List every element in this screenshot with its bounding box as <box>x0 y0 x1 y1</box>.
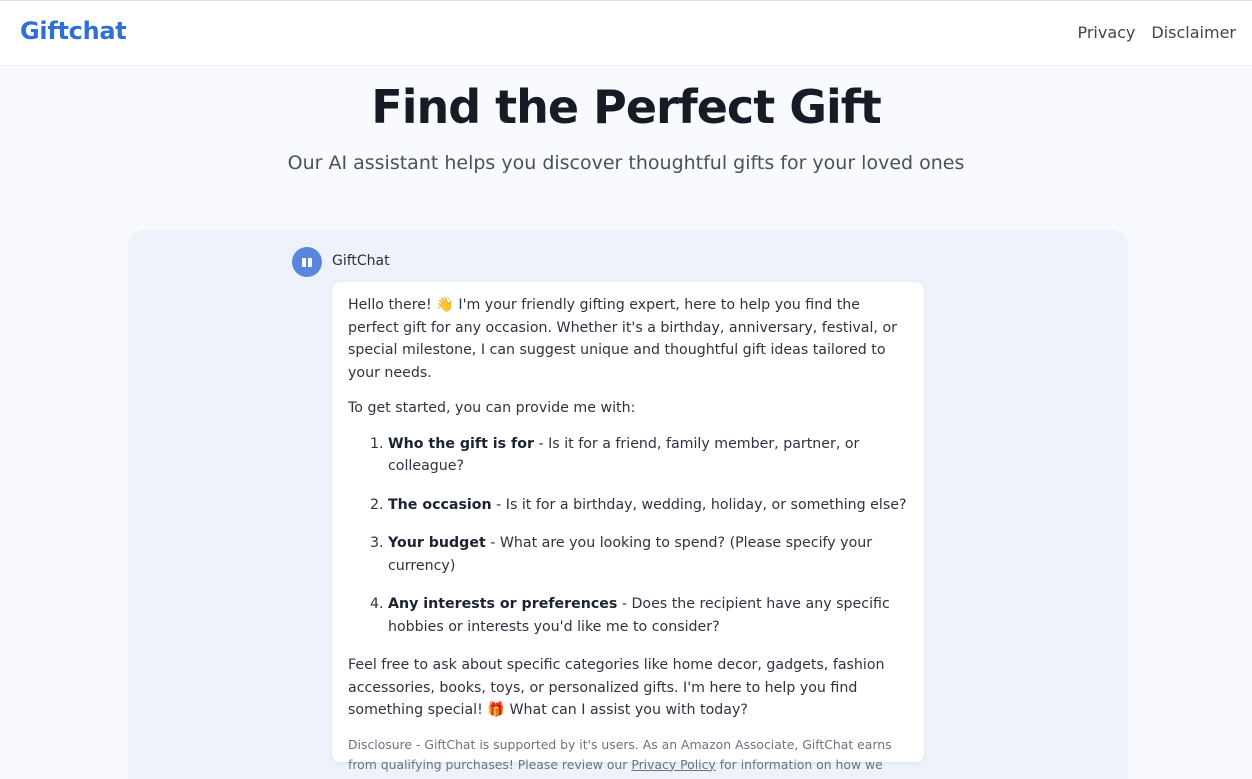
message-prompt: To get started, you can provide me with: <box>348 400 636 416</box>
nav-disclaimer-link[interactable]: Disclaimer <box>1151 23 1236 42</box>
list-item: 4. Any interests or preferences - Does th… <box>348 593 908 638</box>
list-number: 3. <box>370 535 384 551</box>
list-number: 1. <box>370 435 384 452</box>
list-item: 1. Who the gift is for - Is it for a frie… <box>348 433 908 478</box>
waving-hand-emoji: 👋 <box>436 297 454 313</box>
list-item-title: The occasion <box>388 496 492 513</box>
nav-privacy-link[interactable]: Privacy <box>1077 23 1135 42</box>
list-item: 3. Your budget - What are you looking to … <box>348 532 908 577</box>
gift-emoji: 🎁 <box>487 702 505 718</box>
info-list: 1. Who the gift is for - Is it for a frie… <box>348 433 908 639</box>
closing-text-end: What can I assist you with today? <box>505 702 748 718</box>
bot-name: GiftChat <box>332 253 390 269</box>
list-item: 2. The occasion - Is it for a birthday, w… <box>348 494 908 517</box>
disclosure-note: Disclosure - GiftChat is supported by it… <box>348 735 908 779</box>
top-nav: Privacy Disclaimer <box>1077 23 1236 42</box>
brand-logo-link[interactable]: Giftchat <box>20 17 127 45</box>
privacy-policy-link[interactable]: Privacy Policy <box>631 757 715 772</box>
page-title: Find the Perfect Gift <box>371 80 881 134</box>
gift-icon <box>302 257 312 267</box>
message-intro: Hello there! 👋 I'm your friendly gifting… <box>348 294 908 384</box>
bot-avatar <box>292 247 322 277</box>
page-subtitle: Our AI assistant helps you discover thou… <box>287 152 965 174</box>
list-item-title: Your budget <box>388 535 486 551</box>
list-item-title: Any interests or preferences <box>388 596 618 612</box>
intro-text-start: Hello there! <box>348 297 437 313</box>
bot-message-bubble: Hello there! 👋 I'm your friendly gifting… <box>332 282 924 779</box>
list-number: 4. <box>370 596 384 612</box>
list-number: 2. <box>370 496 384 513</box>
list-item-title: Who the gift is for <box>388 435 534 452</box>
list-item-text: - Is it for a birthday, wedding, holiday… <box>491 496 907 513</box>
top-navbar: Giftchat Privacy Disclaimer <box>0 0 1252 66</box>
message-closing: Feel free to ask about specific categori… <box>348 654 908 722</box>
